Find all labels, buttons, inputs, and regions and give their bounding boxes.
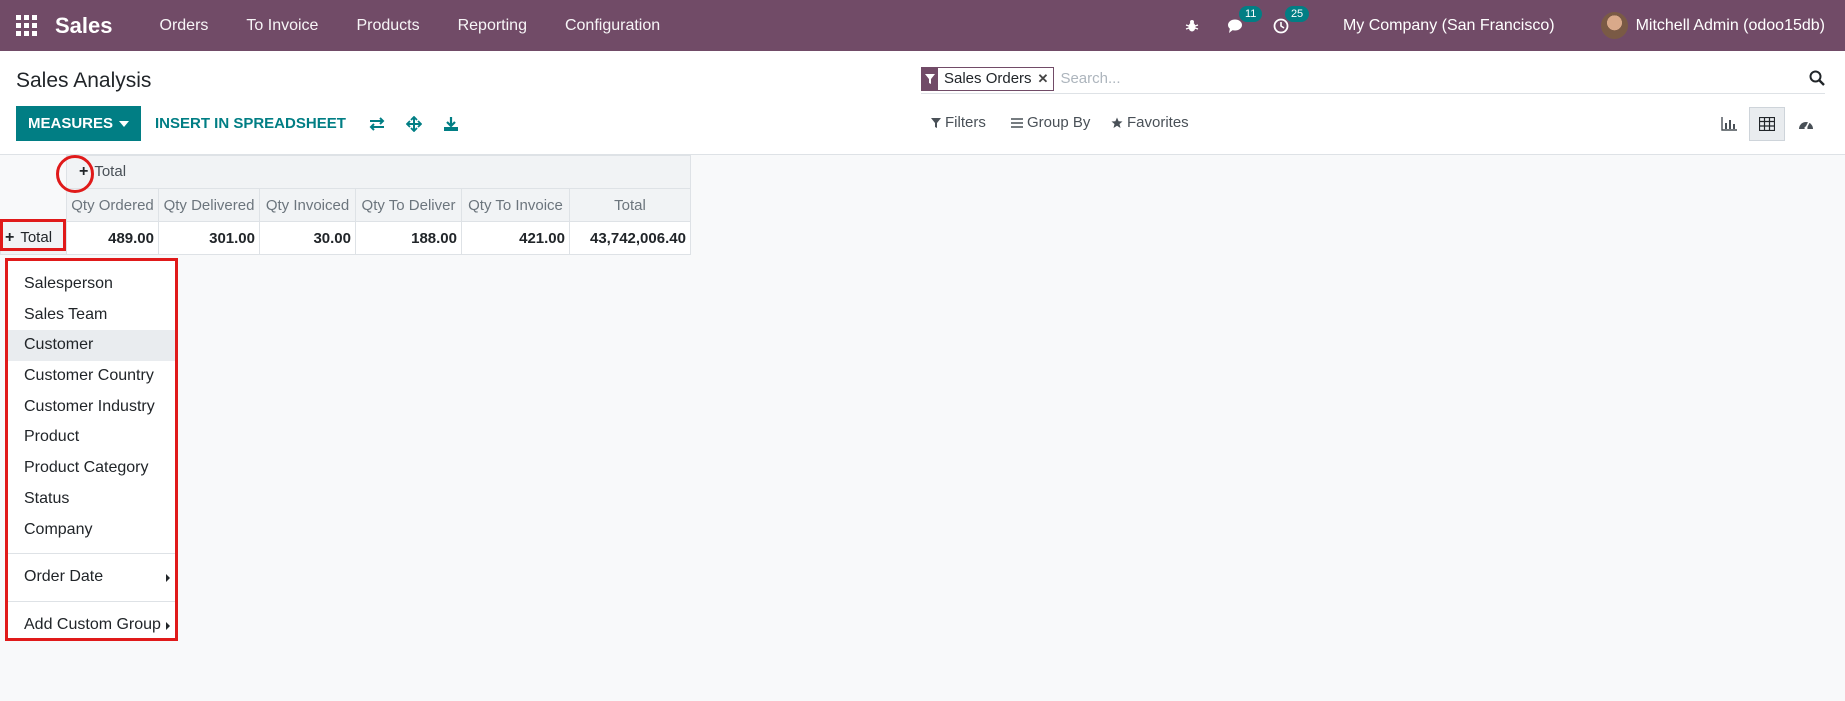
star-icon (1111, 117, 1123, 128)
user-menu[interactable]: Mitchell Admin (odoo15db) (1636, 17, 1825, 35)
dropdown-item-add-custom-group[interactable]: Add Custom Group (8, 610, 175, 641)
menu-configuration[interactable]: Configuration (546, 17, 679, 35)
dropdown-item-status[interactable]: Status (8, 484, 175, 515)
dropdown-divider (8, 600, 175, 602)
pivot-cell[interactable]: 489.00 (66, 221, 159, 255)
facet-remove-icon[interactable]: ✕ (1038, 71, 1054, 87)
pivot-cell[interactable]: 43,742,006.40 (569, 221, 691, 255)
measures-label: MEASURES (28, 115, 114, 132)
measure-header[interactable]: Qty Delivered (158, 188, 260, 222)
menu-products[interactable]: Products (337, 17, 438, 35)
search-icon[interactable] (1809, 70, 1825, 90)
caret-right-icon (166, 621, 170, 630)
control-panel: Sales Analysis MEASURES INSERT IN SPREAD… (0, 51, 1845, 155)
favorites-button[interactable]: Favorites (1111, 114, 1189, 131)
dropdown-item-customer-industry[interactable]: Customer Industry (8, 392, 175, 423)
pivot-cell[interactable]: 188.00 (355, 221, 462, 255)
filters-label: Filters (945, 114, 986, 131)
col-total-header[interactable]: + Total (66, 155, 691, 189)
messages-chat-icon[interactable]: 11 (1227, 5, 1263, 34)
favorites-label: Favorites (1127, 114, 1189, 131)
filters-button[interactable]: Filters (931, 114, 986, 131)
col-total-label: Total (94, 163, 127, 180)
page-title: Sales Analysis (16, 69, 152, 92)
plus-icon: + (79, 163, 89, 180)
measure-header[interactable]: Qty Invoiced (259, 188, 356, 222)
menu-reporting[interactable]: Reporting (439, 17, 546, 35)
dropdown-item-product-category[interactable]: Product Category (8, 453, 175, 484)
download-icon[interactable] (441, 114, 461, 134)
dropdown-item-customer-country[interactable]: Customer Country (8, 361, 175, 392)
facet-label: Sales Orders (944, 70, 1032, 87)
dropdown-item-order-date[interactable]: Order Date (8, 562, 175, 593)
flip-axis-icon[interactable] (367, 114, 387, 134)
top-navbar: Sales Orders To Invoice Products Reporti… (0, 0, 1845, 51)
dropdown-item-company[interactable]: Company (8, 515, 175, 546)
apps-menu-icon[interactable] (16, 15, 38, 36)
row-total-header[interactable]: + Total (0, 221, 67, 255)
menu-to-invoice[interactable]: To Invoice (227, 17, 337, 35)
measure-header[interactable]: Qty Ordered (66, 188, 159, 222)
filter-funnel-icon (922, 66, 938, 91)
list-icon (1011, 117, 1023, 128)
dashboard-view-icon[interactable] (1788, 107, 1824, 141)
messages-badge: 11 (1238, 5, 1263, 22)
pivot-corner-2 (1, 189, 67, 222)
pivot-corner (1, 156, 67, 189)
row-total-label: Total (20, 229, 53, 246)
measure-header[interactable]: Qty To Invoice (461, 188, 570, 222)
menu-orders[interactable]: Orders (141, 17, 228, 35)
dropdown-item-product[interactable]: Product (8, 422, 175, 453)
measure-header[interactable]: Qty To Deliver (355, 188, 462, 222)
activities-badge: 25 (1284, 5, 1310, 22)
pivot-cell[interactable]: 421.00 (461, 221, 570, 255)
activities-clock-icon[interactable]: 25 (1273, 5, 1310, 34)
dropdown-item-customer[interactable]: Customer (8, 330, 175, 362)
graph-view-icon[interactable] (1711, 107, 1747, 141)
caret-right-icon (166, 574, 170, 583)
pivot-cell[interactable]: 301.00 (158, 221, 260, 255)
dropdown-divider (8, 553, 175, 555)
dropdown-item-sales-team[interactable]: Sales Team (8, 300, 175, 331)
insert-spreadsheet-button[interactable]: INSERT IN SPREADSHEET (143, 106, 358, 141)
pivot-cell[interactable]: 30.00 (259, 221, 356, 255)
group-by-button[interactable]: Group By (1011, 114, 1090, 131)
search-facet: Sales Orders ✕ (921, 66, 1055, 91)
search-bar: Sales Orders ✕ (921, 64, 1825, 94)
order-date-label: Order Date (24, 568, 104, 586)
add-custom-group-label: Add Custom Group (24, 615, 161, 633)
expand-all-icon[interactable] (404, 114, 424, 134)
debug-bug-icon[interactable] (1185, 19, 1199, 33)
pivot-view-icon[interactable] (1749, 107, 1785, 141)
plus-icon: + (5, 229, 15, 246)
app-brand[interactable]: Sales (55, 13, 113, 39)
group-by-label: Group By (1027, 114, 1091, 131)
company-switcher[interactable]: My Company (San Francisco) (1343, 17, 1555, 35)
pivot-table: + Total Qty Ordered Qty Delivered Qty Inv… (0, 155, 691, 255)
caret-down-icon (119, 120, 130, 127)
user-avatar[interactable] (1600, 12, 1628, 39)
measure-header[interactable]: Total (569, 188, 691, 222)
dropdown-item-salesperson[interactable]: Salesperson (8, 269, 175, 300)
measures-button[interactable]: MEASURES (16, 106, 142, 141)
search-input[interactable] (1060, 70, 1825, 87)
filter-icon (931, 117, 941, 128)
group-by-dropdown: Salesperson Sales Team Customer Customer… (5, 258, 178, 641)
